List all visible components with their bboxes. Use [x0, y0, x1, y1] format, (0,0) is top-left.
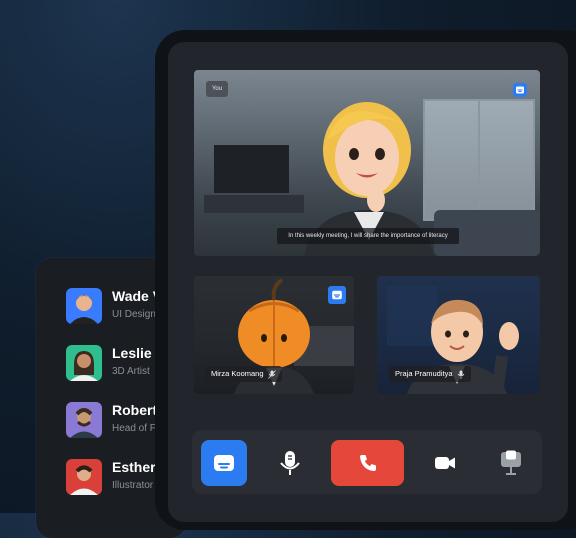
- captions-badge-icon[interactable]: [328, 286, 346, 304]
- captions-button[interactable]: [201, 440, 247, 486]
- participant-name-tag: Mirza Koomang: [205, 366, 282, 382]
- live-caption: In this weekly meeting, I will share the…: [277, 228, 459, 244]
- video-camera-button[interactable]: [432, 450, 458, 476]
- captions-badge-icon[interactable]: [513, 83, 527, 97]
- you-badge: You: [206, 81, 228, 97]
- participant-name: Esther: [112, 459, 156, 475]
- participant-name-tag: Praja Pramuditya: [389, 366, 471, 382]
- screen-share-button[interactable]: [497, 448, 525, 478]
- avatar: [66, 459, 102, 495]
- participant-row[interactable]: Robert Head of F: [66, 402, 157, 438]
- participant-role: Head of F: [112, 423, 156, 434]
- participant-name: Robert: [112, 402, 158, 418]
- microphone-button[interactable]: [276, 447, 304, 479]
- phone-icon: [359, 455, 376, 471]
- avatar: [66, 402, 102, 438]
- tile-name: Praja Pramuditya: [395, 369, 453, 378]
- participant-row[interactable]: Wade V UI Design: [66, 288, 162, 324]
- video-camera-icon: [435, 457, 455, 469]
- microphone-icon: [280, 451, 300, 475]
- mic-icon: [457, 370, 464, 379]
- participant-row[interactable]: Leslie A 3D Artist: [66, 345, 165, 381]
- participant-role: Illustrator: [112, 480, 154, 491]
- avatar: [66, 288, 102, 324]
- tile-name: Mirza Koomang: [211, 369, 264, 378]
- screen-share-icon: [501, 450, 521, 475]
- muted-mic-icon: [267, 369, 276, 379]
- captions-icon: [214, 455, 234, 471]
- end-call-button[interactable]: [331, 440, 404, 486]
- avatar: [66, 345, 102, 381]
- participant-row[interactable]: Esther Illustrator: [66, 459, 156, 495]
